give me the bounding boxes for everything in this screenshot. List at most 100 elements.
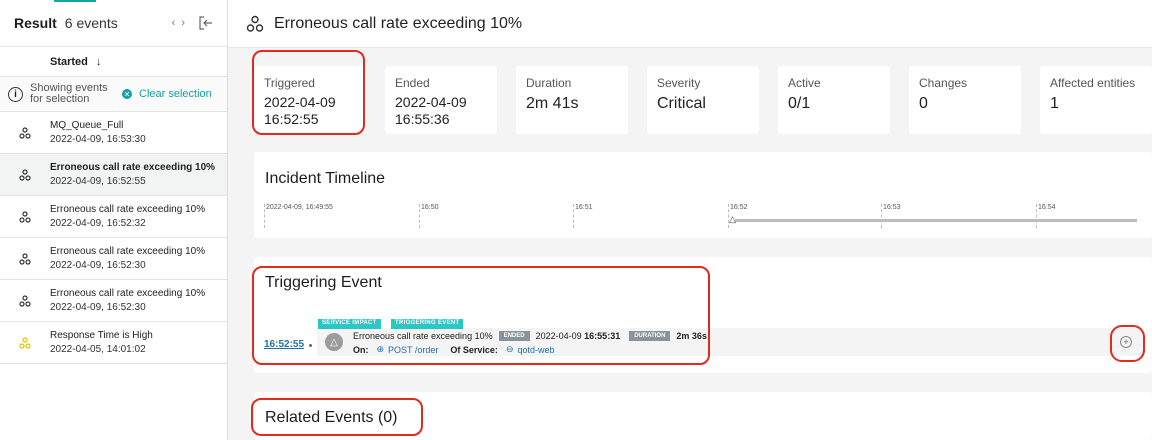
event-name: Response Time is High (50, 330, 153, 341)
active-tab-indicator (54, 0, 96, 2)
stat-value-date: 2022-04-09 (395, 94, 467, 110)
on-label: On: (353, 344, 369, 355)
endpoint-icon: ⊕ (376, 344, 385, 354)
duration-pill: DURATION (629, 331, 671, 341)
stat-changes: Changes 0 (909, 66, 1021, 134)
event-text: Erroneous call rate exceeding 10% 2022-04… (50, 204, 205, 229)
stat-active: Active 0/1 (778, 66, 890, 134)
stat-value: 2m 41s (526, 95, 579, 112)
event-name: Erroneous call rate exceeding 10% (50, 288, 206, 299)
stat-label: Severity (657, 76, 701, 90)
stat-value: 0 (919, 95, 928, 112)
stat-label: Affected entities (1050, 76, 1136, 90)
sidebar-header: Result 6 events ‹ › (0, 0, 227, 47)
triggering-event-title: Triggering Event (265, 274, 382, 291)
incident-icon (0, 126, 50, 139)
event-time: 2022-04-09, 16:53:30 (50, 134, 146, 145)
event-summary-line: Erroneous call rate exceeding 10% ENDED … (353, 331, 707, 341)
stat-value-time: 16:52:55 (264, 111, 319, 127)
event-name: Erroneous call rate exceeding 10% (50, 246, 206, 257)
prev-arrow-icon[interactable]: ‹ (172, 17, 176, 29)
incident-icon (246, 15, 264, 32)
list-item[interactable]: Erroneous call rate exceeding 10% 2022-04… (0, 238, 227, 280)
stat-ended: Ended 2022-04-09 16:55:36 (385, 66, 497, 134)
selection-info: i Showing events for selection ✕ Clear s… (0, 77, 227, 112)
event-location-line: On: ⊕ POST /order Of Service: ⊖ qotd-web (353, 344, 555, 355)
stat-label: Triggered (264, 76, 315, 90)
event-text: Erroneous call rate exceeding 10% 2022-04… (50, 246, 205, 271)
event-text: MQ_Queue_Full 2022-04-09, 16:53:30 (50, 120, 146, 145)
list-item[interactable]: MQ_Queue_Full 2022-04-09, 16:53:30 (0, 112, 227, 154)
event-time: 2022-04-09, 16:52:30 (50, 302, 146, 313)
service-label: Of Service: (450, 344, 498, 355)
severity-triangle-icon: △ (325, 333, 343, 351)
endpoint-link[interactable]: POST /order (388, 345, 438, 355)
ended-pill: ENDED (498, 331, 530, 341)
stat-triggered: Triggered 2022-04-09 16:52:55 (254, 66, 366, 134)
selection-info-text: Showing events for selection (30, 82, 108, 105)
stat-label: Ended (395, 76, 430, 90)
stat-affected-entities: Affected entities 1 (1040, 66, 1152, 134)
timeline-title: Incident Timeline (265, 170, 386, 187)
service-icon: ⊖ (505, 344, 514, 354)
stat-value: 1 (1050, 95, 1059, 112)
list-item[interactable]: Erroneous call rate exceeding 10% 2022-04… (0, 154, 227, 196)
event-text: Response Time is High 2022-04-05, 14:01:0… (50, 330, 153, 355)
incident-timeline-card: Incident Timeline (254, 152, 1152, 238)
stat-value: 0/1 (788, 95, 811, 112)
event-name: Erroneous call rate exceeding 10% (50, 204, 206, 215)
event-name: Erroneous call rate exceeding 10% (50, 162, 216, 173)
pager: ‹ › (172, 17, 185, 29)
timeline-dot (309, 344, 312, 347)
sidebar-title: Result (14, 15, 57, 31)
service-link[interactable]: qotd-web (517, 345, 554, 355)
clear-selection-button[interactable]: ✕ Clear selection (122, 88, 212, 100)
expand-plus-icon[interactable]: + (1120, 336, 1132, 348)
incident-icon (0, 210, 50, 223)
event-list: MQ_Queue_Full 2022-04-09, 16:53:30 Erroneo… (0, 112, 227, 364)
incident-icon (0, 252, 50, 265)
clear-selection-label: Clear selection (139, 88, 212, 100)
warning-triangle-icon: △ (729, 214, 736, 224)
stat-label: Duration (526, 76, 572, 90)
stat-label: Changes (919, 76, 968, 90)
related-events-card: Related Events (0) (254, 392, 1152, 440)
list-item[interactable]: Response Time is High 2022-04-05, 14:01:0… (0, 322, 227, 364)
timeline-tick: 16:53 (881, 204, 901, 228)
next-arrow-icon[interactable]: › (181, 17, 185, 29)
stat-severity: Severity Critical (647, 66, 759, 134)
stat-duration: Duration 2m 41s (516, 66, 628, 134)
list-item[interactable]: Erroneous call rate exceeding 10% 2022-04… (0, 196, 227, 238)
timeline-tick: 16:51 (573, 204, 593, 228)
triggering-event-badge: TRIGGERING EVENT (391, 319, 464, 329)
related-events-title: Related Events (0) (265, 409, 398, 426)
event-time: 2022-04-09, 16:52:55 (50, 176, 146, 187)
stat-value: Critical (657, 95, 706, 112)
ended-time: 16:55:31 (584, 331, 621, 341)
duration-value: 2m 36s (676, 331, 707, 341)
event-count: 6 events (64, 15, 118, 31)
service-impact-badge: SERVICE IMPACT (318, 319, 381, 329)
sort-header[interactable]: Started ↓ (0, 47, 227, 77)
app-root: Result 6 events ‹ › Started ↓ i Showing … (0, 0, 1152, 440)
collapse-panel-icon[interactable] (199, 16, 213, 30)
incident-header: Erroneous call rate exceeding 10% (228, 0, 1152, 48)
incident-duration-bar[interactable] (735, 219, 1137, 222)
incident-icon (0, 168, 50, 181)
timeline-tick: 2022-04-09, 16:49:55 (264, 204, 333, 228)
event-name: Erroneous call rate exceeding 10% (353, 331, 493, 341)
event-name: MQ_Queue_Full (50, 120, 124, 131)
event-time-link[interactable]: 16:52:55 (264, 339, 304, 350)
list-item[interactable]: Erroneous call rate exceeding 10% 2022-04… (0, 280, 227, 322)
page-title: Erroneous call rate exceeding 10% (274, 14, 523, 32)
event-time: 2022-04-09, 16:52:30 (50, 260, 146, 271)
stat-value-time: 16:55:36 (395, 111, 450, 127)
stat-label: Active (788, 76, 821, 90)
close-circle-icon: ✕ (122, 89, 132, 99)
event-text: Erroneous call rate exceeding 10% 2022-04… (50, 288, 205, 313)
sort-label: Started (50, 55, 88, 68)
events-sidebar: Result 6 events ‹ › Started ↓ i Showing … (0, 0, 228, 440)
event-time: 2022-04-09, 16:52:32 (50, 218, 146, 229)
ended-date: 2022-04-09 (535, 331, 582, 341)
event-time: 2022-04-05, 14:01:02 (50, 344, 146, 355)
